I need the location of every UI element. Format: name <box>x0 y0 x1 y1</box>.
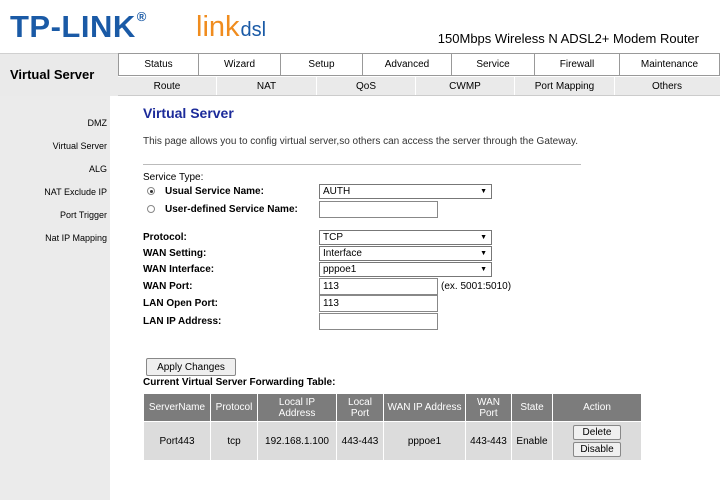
forwarding-table: ServerName Protocol Local IP Address Loc… <box>143 393 642 461</box>
logo-registered-mark: ® <box>136 9 147 24</box>
subtab-port-mapping[interactable]: Port Mapping <box>515 77 615 95</box>
protocol-label: Protocol: <box>143 232 187 243</box>
dropdown-arrow-icon: ▼ <box>480 188 487 195</box>
wan-setting-label: WAN Setting: <box>143 248 207 259</box>
dropdown-arrow-icon: ▼ <box>480 266 487 273</box>
tab-wizard[interactable]: Wizard <box>198 53 280 76</box>
sidebar-item-nat-exclude-ip[interactable]: NAT Exclude IP <box>44 187 107 197</box>
wan-setting-value: Interface <box>323 248 362 259</box>
protocol-select[interactable]: TCP ▼ <box>319 230 492 245</box>
wan-port-input[interactable]: 113 <box>319 278 438 295</box>
wan-port-hint: (ex. 5001:5010) <box>441 281 512 292</box>
section-label: Virtual Server <box>10 67 95 82</box>
tab-advanced[interactable]: Advanced <box>362 53 451 76</box>
col-header-protocol: Protocol <box>210 393 258 422</box>
cell-wan-port: 443-443 <box>465 421 512 461</box>
tab-status[interactable]: Status <box>118 53 198 76</box>
tab-service[interactable]: Service <box>451 53 534 76</box>
wan-interface-select[interactable]: pppoe1 ▼ <box>319 262 492 277</box>
col-header-local-ip: Local IP Address <box>257 393 337 422</box>
wan-port-label: WAN Port: <box>143 281 193 292</box>
logo-text: TP-LINK <box>10 9 136 44</box>
lan-ip-address-input[interactable] <box>319 313 438 330</box>
table-row: Port443 tcp 192.168.1.100 443-443 pppoe1… <box>143 421 642 461</box>
subtab-nat[interactable]: NAT <box>217 77 317 95</box>
linkdsl-logo: linkdsl <box>196 11 266 44</box>
main-nav: Status Wizard Setup Advanced Service Fir… <box>118 53 720 76</box>
usual-service-label: Usual Service Name: <box>165 186 264 197</box>
col-header-state: State <box>511 393 553 422</box>
sidebar-item-nat-ip-mapping[interactable]: Nat IP Mapping <box>45 233 107 243</box>
cell-local-port: 443-443 <box>336 421 384 461</box>
col-header-action: Action <box>552 393 642 422</box>
tab-setup[interactable]: Setup <box>280 53 362 76</box>
user-defined-service-label: User-defined Service Name: <box>165 204 298 215</box>
model-title: 150Mbps Wireless N ADSL2+ Modem Router <box>437 31 699 46</box>
lan-open-port-input[interactable]: 113 <box>319 295 438 312</box>
table-header-row: ServerName Protocol Local IP Address Loc… <box>143 393 642 422</box>
wan-setting-select[interactable]: Interface ▼ <box>319 246 492 261</box>
sidebar-item-virtual-server[interactable]: Virtual Server <box>53 141 107 151</box>
col-header-local-port: Local Port <box>336 393 384 422</box>
wan-interface-label: WAN Interface: <box>143 264 215 275</box>
service-type-label: Service Type: <box>143 172 204 183</box>
user-defined-service-input[interactable] <box>319 201 438 218</box>
apply-changes-button[interactable]: Apply Changes <box>146 358 236 376</box>
subtab-cwmp[interactable]: CWMP <box>416 77 515 95</box>
cell-state: Enable <box>511 421 553 461</box>
tp-link-logo: TP-LINK® <box>10 9 147 45</box>
header: TP-LINK® linkdsl 150Mbps Wireless N ADSL… <box>0 0 720 53</box>
page-description: This page allows you to config virtual s… <box>143 136 579 147</box>
protocol-value: TCP <box>323 232 343 243</box>
disable-button[interactable]: Disable <box>573 442 621 457</box>
divider <box>143 164 581 165</box>
sidebar-item-dmz[interactable]: DMZ <box>88 118 108 128</box>
dropdown-arrow-icon: ▼ <box>480 250 487 257</box>
delete-button[interactable]: Delete <box>573 425 621 440</box>
table-caption: Current Virtual Server Forwarding Table: <box>143 377 336 388</box>
usual-service-select[interactable]: AUTH ▼ <box>319 184 492 199</box>
lan-ip-address-label: LAN IP Address: <box>143 316 222 327</box>
usual-service-value: AUTH <box>323 186 351 197</box>
cell-local-ip: 192.168.1.100 <box>257 421 337 461</box>
dropdown-arrow-icon: ▼ <box>480 234 487 241</box>
sidebar: DMZ Virtual Server ALG NAT Exclude IP Po… <box>0 96 110 500</box>
user-defined-service-radio[interactable] <box>147 205 155 213</box>
section-label-area: Virtual Server <box>0 53 118 96</box>
cell-protocol: tcp <box>210 421 258 461</box>
cell-server-name: Port443 <box>143 421 211 461</box>
lan-open-port-label: LAN Open Port: <box>143 298 218 309</box>
subtab-route[interactable]: Route <box>118 77 217 95</box>
usual-service-radio[interactable] <box>147 187 155 195</box>
sidebar-item-port-trigger[interactable]: Port Trigger <box>60 210 107 220</box>
tab-firewall[interactable]: Firewall <box>534 53 619 76</box>
col-header-wan-ip: WAN IP Address <box>383 393 466 422</box>
sidebar-item-alg[interactable]: ALG <box>89 164 107 174</box>
cell-wan-ip: pppoe1 <box>383 421 466 461</box>
col-header-wan-port: WAN Port <box>465 393 512 422</box>
tab-maintenance[interactable]: Maintenance <box>619 53 720 76</box>
page-title: Virtual Server <box>143 105 234 121</box>
logo-dsl-text: dsl <box>240 19 267 41</box>
cell-action: Delete Disable <box>552 421 642 461</box>
logo-link-text: link <box>196 11 240 43</box>
col-header-server-name: ServerName <box>143 393 211 422</box>
subtab-qos[interactable]: QoS <box>317 77 416 95</box>
subtab-others[interactable]: Others <box>615 77 719 95</box>
wan-interface-value: pppoe1 <box>323 264 357 275</box>
sub-nav: Route NAT QoS CWMP Port Mapping Others <box>118 77 720 96</box>
